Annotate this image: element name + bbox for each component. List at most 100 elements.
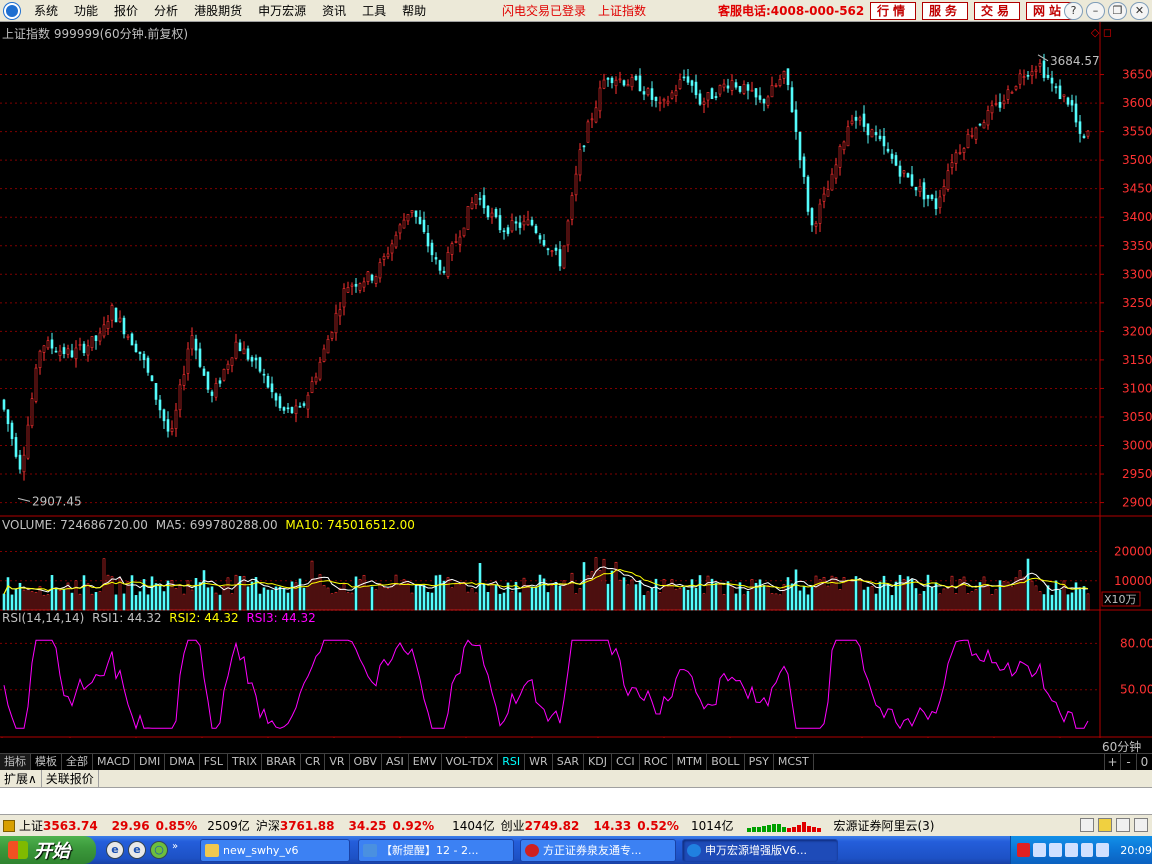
- shield-icon[interactable]: [1064, 843, 1078, 857]
- volume-bar: [2, 593, 6, 611]
- tab-extend[interactable]: 扩展∧: [0, 769, 42, 788]
- tab-control-2[interactable]: 0: [1136, 754, 1152, 770]
- start-button[interactable]: 开始: [0, 836, 96, 864]
- browser-icon[interactable]: e: [128, 841, 146, 859]
- candle-body: [530, 219, 534, 226]
- volume-bar: [138, 591, 142, 611]
- shell-icon[interactable]: ○: [150, 841, 168, 859]
- volume-bar: [926, 574, 930, 611]
- tab-control-0[interactable]: +: [1104, 754, 1120, 770]
- network-icon[interactable]: [1048, 843, 1062, 857]
- candle-body: [442, 271, 446, 273]
- candle-body: [830, 173, 834, 191]
- indicator-tab-psy[interactable]: PSY: [745, 754, 774, 770]
- indicator-tab-rsi[interactable]: RSI: [498, 754, 526, 770]
- volume-bar: [230, 593, 234, 611]
- indicator-tab-macd[interactable]: MACD: [93, 754, 135, 770]
- volume-bar: [1058, 590, 1062, 611]
- lock-icon[interactable]: [1116, 818, 1130, 832]
- help-icon[interactable]: ?: [1064, 2, 1083, 20]
- chart-area[interactable]: 3650 3600 3550 3500 3450 3400 3350 3300 3250 3200…: [0, 22, 1152, 754]
- indicator-tab-cci[interactable]: CCI: [612, 754, 640, 770]
- settings-icon[interactable]: [1134, 818, 1148, 832]
- cy-index-name: 创业: [500, 819, 525, 833]
- indicator-tab-vol-tdx[interactable]: VOL-TDX: [442, 754, 499, 770]
- volume-bar: [134, 595, 138, 611]
- menu-function[interactable]: 功能: [66, 0, 106, 22]
- volume-bar: [462, 581, 466, 611]
- indicator-tab--[interactable]: 模板: [31, 754, 62, 770]
- menu-tools[interactable]: 工具: [354, 0, 394, 22]
- indicator-tab-wr[interactable]: WR: [525, 754, 553, 770]
- tab-related-quote[interactable]: 关联报价: [42, 769, 99, 788]
- menu-system[interactable]: 系统: [26, 0, 66, 22]
- indicator-tab-asi[interactable]: ASI: [382, 754, 409, 770]
- server-name[interactable]: 宏源证券阿里云(3): [833, 817, 934, 834]
- app-logo-icon[interactable]: [4, 2, 20, 19]
- ie-icon[interactable]: e: [106, 841, 124, 859]
- volume-bar: [622, 577, 626, 611]
- close-icon[interactable]: ✕: [1130, 2, 1149, 20]
- indicator-tab-cr[interactable]: CR: [301, 754, 326, 770]
- menu-analysis[interactable]: 分析: [146, 0, 186, 22]
- menu-news[interactable]: 资讯: [314, 0, 354, 22]
- restore-icon[interactable]: ❐: [1108, 2, 1127, 20]
- volume-bar: [226, 577, 230, 611]
- indicator-tab-dmi[interactable]: DMI: [135, 754, 166, 770]
- volume-bar: [518, 592, 522, 611]
- indicator-tab-boll[interactable]: BOLL: [707, 754, 745, 770]
- update-icon[interactable]: [1080, 843, 1094, 857]
- antivirus-icon[interactable]: [1017, 843, 1030, 857]
- indicator-tab-sar[interactable]: SAR: [553, 754, 585, 770]
- chart-corner-icons[interactable]: ◇ ◻: [1091, 26, 1112, 39]
- indicator-tab-brar[interactable]: BRAR: [262, 754, 302, 770]
- system-tray: 20:09: [1010, 836, 1152, 864]
- volume-bar: [834, 577, 838, 611]
- indicator-tab-mtm[interactable]: MTM: [673, 754, 708, 770]
- candle-body: [542, 240, 546, 246]
- indicator-tab-kdj[interactable]: KDJ: [584, 754, 612, 770]
- candle-body: [822, 193, 826, 202]
- indicator-tab--[interactable]: 全部: [62, 754, 93, 770]
- indicator-tab-emv[interactable]: EMV: [409, 754, 442, 770]
- trade-nav-button[interactable]: 交易: [974, 2, 1020, 20]
- tab-control-1[interactable]: -: [1120, 754, 1136, 770]
- task-swhy[interactable]: 申万宏源增强版V6...: [682, 839, 838, 862]
- volume-bar: [698, 575, 702, 611]
- candle-body: [550, 250, 554, 253]
- indicator-tab-dma[interactable]: DMA: [165, 754, 200, 770]
- volume-bar: [1066, 594, 1070, 611]
- signal-icon[interactable]: [1098, 818, 1112, 832]
- candle-body: [90, 336, 94, 348]
- volume-bar: [530, 586, 534, 611]
- more-icon[interactable]: »: [172, 841, 178, 859]
- indicator-tab-roc[interactable]: ROC: [640, 754, 673, 770]
- kline-chart-svg[interactable]: 3650 3600 3550 3500 3450 3400 3350 3300 3250 3200…: [0, 22, 1152, 738]
- indicator-tab-trix[interactable]: TRIX: [228, 754, 263, 770]
- volume-bar: [966, 593, 970, 611]
- im-icon[interactable]: [1096, 843, 1110, 857]
- menu-hk-futures[interactable]: 港股期货: [186, 0, 250, 22]
- sh-index-price: 3563.74: [43, 818, 98, 833]
- candle-body: [742, 84, 746, 94]
- service-nav-button[interactable]: 服务: [922, 2, 968, 20]
- volume-bar: [846, 580, 850, 611]
- market-icon[interactable]: [3, 819, 15, 832]
- menu-help[interactable]: 帮助: [394, 0, 434, 22]
- candle-body: [250, 357, 254, 362]
- indicator-tab-obv[interactable]: OBV: [350, 754, 382, 770]
- indicator-tab--[interactable]: 指标: [0, 754, 31, 770]
- minimize-icon[interactable]: –: [1086, 2, 1105, 20]
- candle-body: [334, 312, 338, 334]
- indicator-tab-mcst[interactable]: MCST: [774, 754, 814, 770]
- menu-swhy[interactable]: 申万宏源: [250, 0, 314, 22]
- quote-nav-button[interactable]: 行情: [870, 2, 916, 20]
- layout-icon[interactable]: [1080, 818, 1094, 832]
- indicator-tab-vr[interactable]: VR: [325, 754, 350, 770]
- indicator-tab-fsl[interactable]: FSL: [200, 754, 228, 770]
- task-fangzheng[interactable]: 方正证券泉友通专...: [520, 839, 676, 862]
- menu-quote[interactable]: 报价: [106, 0, 146, 22]
- task-folder[interactable]: new_swhy_v6: [200, 839, 350, 862]
- volume-icon[interactable]: [1032, 843, 1046, 857]
- task-browser-reminder[interactable]: 【新提醒】12 - 2...: [358, 839, 514, 862]
